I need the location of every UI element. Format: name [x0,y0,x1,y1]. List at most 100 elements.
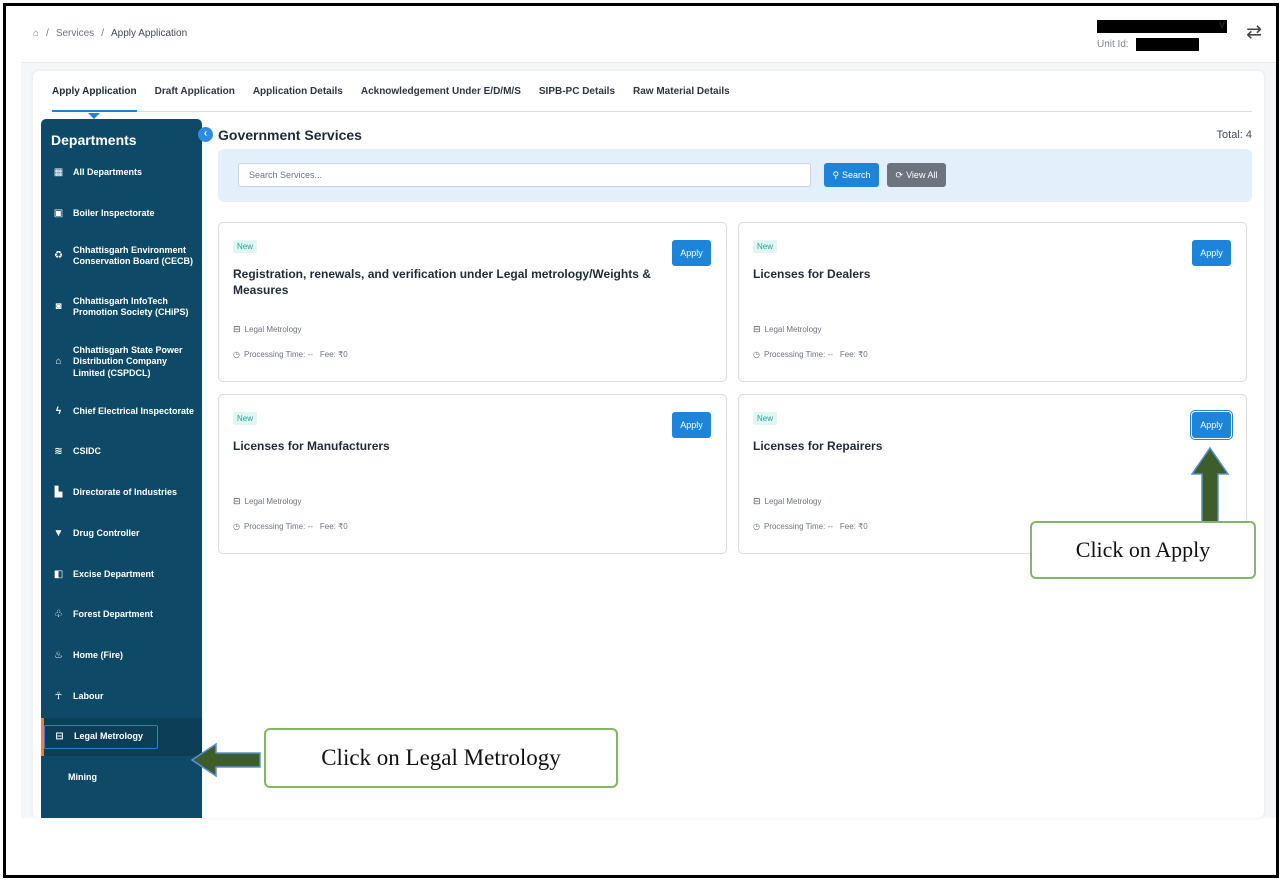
apply-button[interactable]: Apply [1192,240,1231,266]
sidebar-item-labour[interactable]: ☥ Labour [41,682,202,712]
power-icon: ⌂ [55,355,62,367]
sidebar-item-legal-metrology[interactable]: ⊟ Legal Metrology [41,718,202,756]
switch-unit-icon[interactable]: ⇄ [1246,23,1262,42]
service-title: Licenses for Repairers [753,439,883,453]
sidebar-item-home-fire[interactable]: ♨ Home (Fire) [41,641,202,671]
sidebar-item-directorate-industries[interactable]: ▙ Directorate of Industries [41,478,202,508]
sidebar-item-label: Chhattisgarh Environment Conservation Bo… [73,244,194,266]
tab-draft-application[interactable]: Draft Application [155,81,235,111]
page-title: Government Services [218,127,362,143]
selected-item-outline: ⊟ Legal Metrology [44,724,159,750]
service-card: New Apply Licenses for Dealers ⊟ Legal M… [738,222,1247,382]
sidebar-item-cecb[interactable]: ♻ Chhattisgarh Environment Conservation … [41,236,202,276]
grid-icon: ▦ [53,166,64,178]
apply-button[interactable]: Apply [1190,410,1233,440]
processing-time: Processing Time: -- [763,522,833,531]
fee: Fee: ₹0 [319,522,348,531]
scale-icon: ⊟ [55,730,64,742]
tab-apply-application[interactable]: Apply Application [52,81,137,119]
service-meta: ◷ Processing Time: -- Fee: ₹0 [233,350,348,359]
sidebar-item-label: Chhattisgarh State Power Distribution Co… [73,345,183,378]
tab-raw-material-details[interactable]: Raw Material Details [633,81,730,111]
worker-icon: ☥ [54,690,63,702]
breadcrumb-separator: / [46,28,49,39]
boiler-icon: ▣ [53,207,64,219]
user-info[interactable]: V Unit Id: [1089,17,1229,51]
bottle-icon: ◧ [53,568,64,580]
service-department: ⊟ Legal Metrology [753,324,821,335]
apply-button[interactable]: Apply [672,240,711,266]
sidebar-item-label: Chief Electrical Inspectorate [73,406,195,417]
breadcrumb-separator: / [101,28,104,39]
sidebar-item-boiler-inspectorate[interactable]: ▣ Boiler Inspectorate [41,199,202,229]
tree-icon: ♧ [54,608,63,620]
sidebar-item-forest[interactable]: ♧ Forest Department [41,600,202,630]
department-label: Legal Metrology [764,497,822,506]
view-all-label: View All [906,170,938,180]
sidebar-item-label: Drug Controller [73,528,140,539]
sidebar-item-drug-controller[interactable]: ▼ Drug Controller [41,519,202,549]
search-button-label: Search [842,170,871,180]
service-department: ⊟ Legal Metrology [233,324,301,335]
chip-icon: ◙ [55,300,62,312]
fire-icon: ♨ [54,649,63,661]
sidebar-item-label: Directorate of Industries [73,487,178,498]
sidebar-item-label: Home (Fire) [73,650,124,661]
fee: Fee: ₹0 [839,350,868,359]
total-count: Total: 4 [1216,129,1252,141]
callout-click-apply: Click on Apply [1030,521,1256,579]
tab-sipb-pc-details[interactable]: SIPB-PC Details [539,81,615,111]
screenshot-frame: ⌂ / Services / Apply Application V Unit … [3,3,1279,878]
services-panel: Government Services Total: 4 ⚲ Search ⟳ … [218,119,1252,818]
sidebar-item-label: Legal Metrology [74,731,144,742]
search-button[interactable]: ⚲ Search [824,163,879,187]
username-tail: V [1219,20,1226,30]
service-meta: ◷ Processing Time: -- Fee: ₹0 [753,350,868,359]
sidebar-item-label: Boiler Inspectorate [73,208,155,219]
home-icon[interactable]: ⌂ [33,28,39,39]
sidebar-item-cspdcl[interactable]: ⌂ Chhattisgarh State Power Distribution … [41,337,202,387]
tab-acknowledgement[interactable]: Acknowledgement Under E/D/M/S [361,81,521,111]
sidebar-item-all-departments[interactable]: ▦ All Departments [41,158,202,188]
service-title: Licenses for Dealers [753,267,871,281]
breadcrumb: ⌂ / Services / Apply Application [33,28,187,39]
refresh-icon: ⟳ [895,169,904,180]
content-card: Apply Application Draft Application Appl… [33,71,1264,818]
breadcrumb-services[interactable]: Services [56,28,94,39]
apply-button[interactable]: Apply [672,412,711,438]
tab-application-details[interactable]: Application Details [253,81,343,111]
service-card: New Apply Licenses for Manufacturers ⊟ L… [218,394,727,554]
sidebar-item-mining[interactable]: Mining [41,763,202,793]
new-badge: New [753,412,778,425]
sidebar-item-chips[interactable]: ◙ Chhattisgarh InfoTech Promotion Societ… [41,287,202,327]
redacted-unit-id [1136,38,1199,51]
view-all-button[interactable]: ⟳ View All [887,163,946,187]
processing-time: Processing Time: -- [243,522,313,531]
sidebar-item-excise[interactable]: ◧ Excise Department [41,560,202,590]
annotation-arrow-left-icon [190,742,261,778]
search-input[interactable] [238,163,811,187]
service-title: Licenses for Manufacturers [233,439,390,453]
sidebar-item-label: Chhattisgarh InfoTech Promotion Society … [73,295,189,317]
breadcrumb-current: Apply Application [110,28,188,39]
sidebar-item-chief-electrical[interactable]: ϟ Chief Electrical Inspectorate [41,397,202,427]
search-panel: ⚲ Search ⟳ View All [218,149,1252,202]
sidebar-item-label: All Departments [73,167,143,178]
new-badge: New [233,412,258,425]
clock-icon: ◷ [753,522,760,531]
unit-id-label: Unit Id: [1097,39,1129,50]
collapse-sidebar-chevron-icon[interactable]: ‹ [198,127,213,142]
building-icon: ≋ [54,445,63,457]
search-icon: ⚲ [832,169,840,180]
fee: Fee: ₹0 [839,522,868,531]
service-meta: ◷ Processing Time: -- Fee: ₹0 [233,522,348,531]
clock-icon: ◷ [753,350,760,359]
sidebar-item-label: Labour [73,691,104,702]
service-department: ⊟ Legal Metrology [753,496,821,507]
sidebar-item-csidc[interactable]: ≋ CSIDC [41,437,202,467]
top-bar: ⌂ / Services / Apply Application V Unit … [21,11,1276,63]
processing-time: Processing Time: -- [243,350,313,359]
sidebar-item-label: Excise Department [73,569,155,580]
redacted-username [1097,20,1227,33]
fee: Fee: ₹0 [319,350,348,359]
